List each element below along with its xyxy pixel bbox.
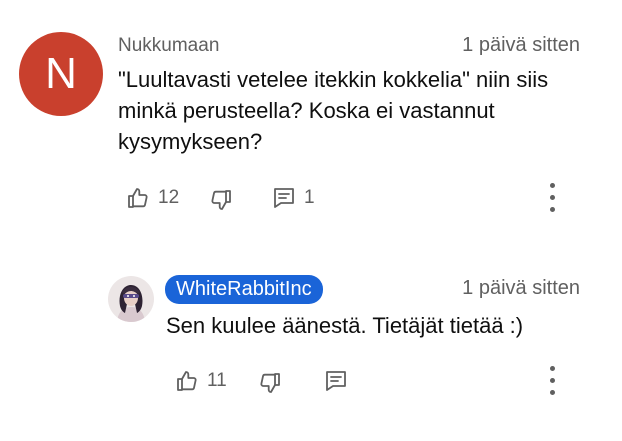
more-vert-icon[interactable]	[549, 366, 557, 396]
like-count: 12	[158, 187, 180, 208]
thumb-up-icon	[175, 369, 199, 393]
like-button[interactable]: 11	[175, 369, 227, 393]
reply-button[interactable]: 1	[272, 186, 315, 210]
avatar[interactable]	[108, 276, 154, 322]
like-button[interactable]: 12	[126, 186, 179, 210]
thumb-up-icon	[126, 186, 150, 210]
reply-comment: WhiteRabbitInc 1 päivä sitten Sen kuulee…	[0, 250, 622, 440]
like-count: 11	[207, 370, 227, 391]
comment-timestamp: 1 päivä sitten	[462, 277, 580, 299]
comment-text: Sen kuulee äänestä. Tietäjät tietää :)	[166, 313, 524, 338]
avatar[interactable]: N	[19, 32, 103, 116]
comment-author[interactable]: WhiteRabbitInc	[165, 275, 323, 304]
comment-text: "Luultavasti vetelee itekkin kokkelia" n…	[118, 67, 549, 154]
comment: N Nukkumaan 1 päivä sitten "Luultavasti …	[0, 0, 622, 240]
dislike-button[interactable]	[258, 371, 282, 395]
reply-icon	[272, 186, 296, 210]
dislike-button[interactable]	[209, 188, 233, 212]
reply-count: 1	[304, 187, 315, 208]
reply-button[interactable]	[324, 369, 348, 393]
comment-author[interactable]: Nukkumaan	[118, 35, 219, 57]
reply-icon	[324, 369, 348, 393]
more-vert-icon[interactable]	[549, 183, 557, 213]
comment-timestamp: 1 päivä sitten	[462, 34, 580, 56]
thumb-down-icon	[209, 188, 233, 212]
avatar-letter: N	[45, 49, 77, 98]
thumb-down-icon	[258, 371, 282, 395]
